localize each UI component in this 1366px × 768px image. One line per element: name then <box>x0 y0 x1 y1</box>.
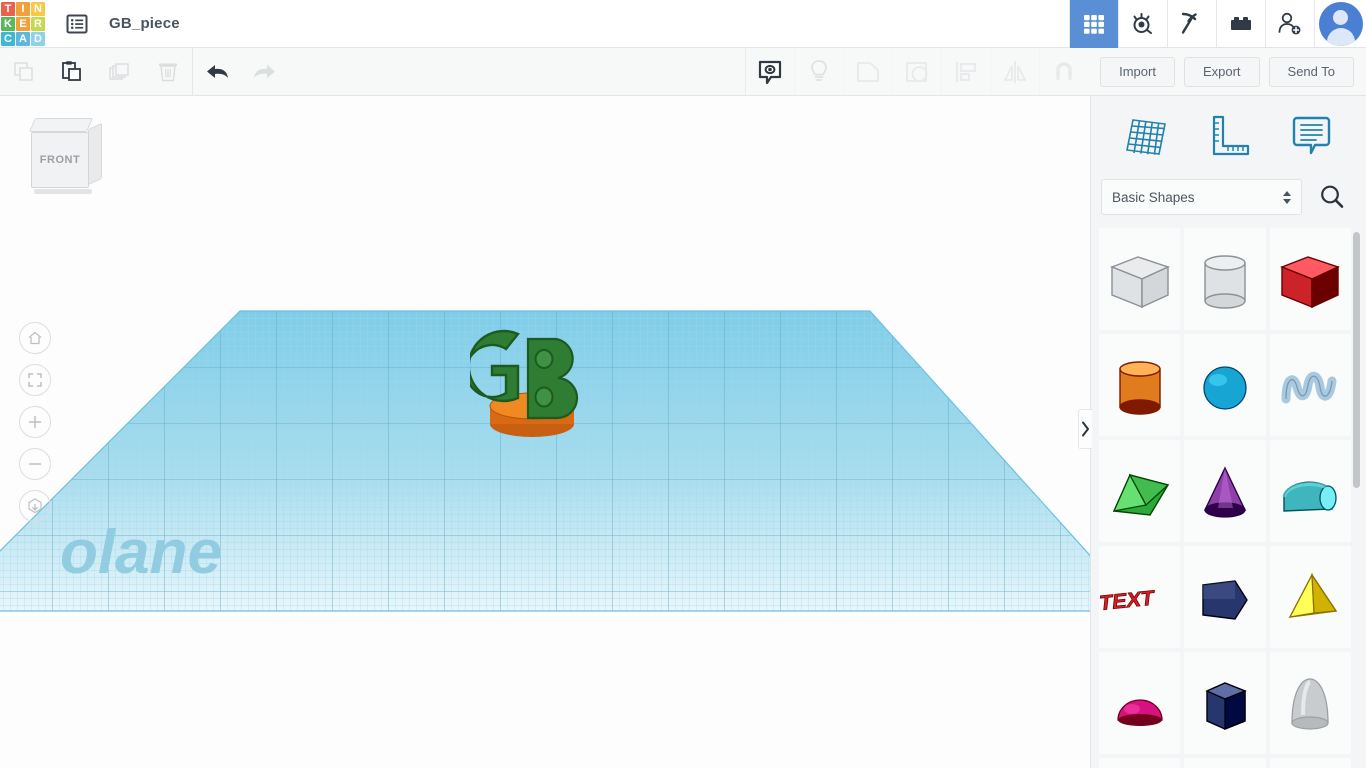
ruler-icon[interactable] <box>1200 109 1256 161</box>
shapes-search-row: Basic Shapes <box>1091 174 1366 220</box>
shape-tile-tube[interactable] <box>1270 440 1351 542</box>
lego-brick-icon[interactable] <box>1216 0 1265 48</box>
home-view-button[interactable] <box>19 322 51 354</box>
logo-tile-a-7: A <box>16 32 30 46</box>
shape-tile-pyramid[interactable] <box>1270 546 1351 648</box>
logo-tile-k-3: K <box>1 17 15 31</box>
view-cube[interactable]: FRONT <box>26 118 102 198</box>
view-cube-front-face[interactable]: FRONT <box>31 132 89 188</box>
workplane-icon[interactable] <box>1118 109 1174 161</box>
duplicate-button[interactable] <box>96 48 144 95</box>
group-button[interactable] <box>843 48 892 95</box>
magnet-snap-button[interactable] <box>1039 48 1088 95</box>
tinkercad-logo[interactable]: TIN KER CAD <box>0 1 46 47</box>
workplane-label: olane <box>60 518 222 587</box>
fit-to-view-button[interactable] <box>19 364 51 396</box>
pickaxe-icon[interactable] <box>1167 0 1216 48</box>
user-avatar-image <box>1319 2 1363 46</box>
logo-tile-i-1: I <box>16 2 30 16</box>
shape-tile-cylinder[interactable] <box>1099 334 1180 436</box>
note-comment-button[interactable] <box>745 48 794 95</box>
shape-tile-shape-row6-b[interactable] <box>1184 758 1265 768</box>
logo-tile-d-8: D <box>31 32 45 46</box>
shape-tile-box-hole[interactable] <box>1099 228 1180 330</box>
logo-tile-t-0: T <box>1 2 15 16</box>
panel-mode-icons <box>1091 96 1366 174</box>
3d-canvas[interactable]: olane FRONT <box>0 96 1090 768</box>
svg-text:TEXT: TEXT <box>1100 587 1155 615</box>
paste-button[interactable] <box>48 48 96 95</box>
perspective-toggle-button[interactable] <box>19 490 51 522</box>
shape-tile-polygon[interactable] <box>1184 652 1265 754</box>
align-button[interactable] <box>941 48 990 95</box>
logo-tile-r-5: R <box>31 17 45 31</box>
logo-tile-n-2: N <box>31 2 45 16</box>
delete-button[interactable] <box>144 48 192 95</box>
shape-tile-scribble[interactable] <box>1270 334 1351 436</box>
add-person-icon[interactable] <box>1265 0 1314 48</box>
avatar[interactable] <box>1314 0 1366 48</box>
apps-grid-icon[interactable] <box>1069 0 1118 48</box>
search-icon[interactable] <box>1310 177 1354 217</box>
shape-category-select[interactable]: Basic Shapes <box>1101 179 1302 215</box>
view-cube-top-face[interactable] <box>29 118 93 132</box>
shape-category-value: Basic Shapes <box>1112 190 1195 205</box>
shape-tile-roof[interactable] <box>1099 440 1180 542</box>
view-cube-right-face[interactable] <box>88 123 102 185</box>
chevron-updown-icon <box>1283 191 1291 204</box>
gb-model-object[interactable] <box>470 311 610 441</box>
mirror-button[interactable] <box>990 48 1039 95</box>
shape-tile-cylinder-hole[interactable] <box>1184 228 1265 330</box>
shape-tile-shape-row6-c[interactable] <box>1270 758 1351 768</box>
shape-tile-sphere[interactable] <box>1184 334 1265 436</box>
shape-tile-text[interactable]: TEXT <box>1099 546 1180 648</box>
ungroup-button[interactable] <box>892 48 941 95</box>
chevron-right-icon <box>1081 421 1090 437</box>
app-header: TIN KER CAD GB_piece <box>0 0 1366 48</box>
shape-tile-arrow-box[interactable] <box>1184 546 1265 648</box>
lightbulb-hint-button[interactable] <box>794 48 843 95</box>
import-button[interactable]: Import <box>1100 57 1175 87</box>
shape-library-grid[interactable]: TEXT <box>1091 224 1366 768</box>
gallery-lamp-icon[interactable] <box>1118 0 1167 48</box>
copy-button[interactable] <box>0 48 48 95</box>
edit-toolbar: Import Export Send To <box>0 48 1366 96</box>
logo-tile-c-6: C <box>1 32 15 46</box>
shape-tile-box[interactable] <box>1270 228 1351 330</box>
panel-collapse-toggle[interactable] <box>1078 409 1092 449</box>
undo-button[interactable] <box>193 48 241 95</box>
send-to-button[interactable]: Send To <box>1269 57 1354 87</box>
shapes-panel: Basic Shapes <box>1090 96 1366 768</box>
shapes-scrollbar[interactable] <box>1353 232 1360 488</box>
shape-tile-shape-row6-a[interactable] <box>1099 758 1180 768</box>
shape-tile-half-sphere[interactable] <box>1099 652 1180 754</box>
camera-nav-buttons <box>19 322 51 532</box>
header-icon-group <box>1069 0 1366 48</box>
note-icon[interactable] <box>1283 109 1339 161</box>
view-cube-shadow <box>34 189 92 194</box>
action-buttons: Import Export Send To <box>1088 48 1366 95</box>
zoom-out-button[interactable] <box>19 448 51 480</box>
zoom-in-button[interactable] <box>19 406 51 438</box>
shape-tile-cone[interactable] <box>1184 440 1265 542</box>
list-menu-icon[interactable] <box>62 9 92 39</box>
logo-tile-e-4: E <box>16 17 30 31</box>
redo-button[interactable] <box>241 48 289 95</box>
export-button[interactable]: Export <box>1184 57 1260 87</box>
page-title: GB_piece <box>109 15 180 32</box>
shape-tile-paraboloid[interactable] <box>1270 652 1351 754</box>
